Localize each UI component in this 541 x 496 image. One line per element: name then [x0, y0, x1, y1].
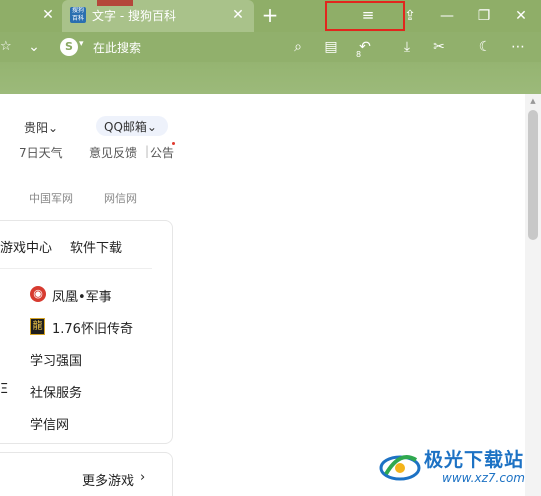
more-icon[interactable]: ⋯: [507, 37, 529, 57]
notice-link[interactable]: 公告: [150, 144, 174, 161]
sogou-baike-favicon-icon: 搜狗百科: [70, 7, 86, 23]
more-games-link[interactable]: 更多游戏: [82, 470, 134, 489]
watermark-url: www.xz7.com: [442, 471, 525, 485]
chevron-down-icon: ⌄: [48, 121, 59, 135]
weather-link[interactable]: 7日天气: [19, 144, 63, 161]
menu-icon[interactable]: ≡: [360, 7, 376, 23]
notice-dot: [172, 142, 175, 145]
bookmark-bar: [0, 62, 541, 94]
tab-decoration: [97, 0, 133, 6]
favorites-icon[interactable]: ☆: [0, 37, 12, 57]
aurora-logo-icon: [379, 455, 421, 481]
active-tab[interactable]: 搜狗百科 文字 - 搜狗百科 ✕: [62, 0, 254, 32]
list-item-xuexi[interactable]: 学习强国: [30, 350, 82, 369]
favorites-dropdown-icon[interactable]: ⌄: [23, 37, 45, 57]
undo-count-badge: 8: [356, 50, 362, 59]
notes-icon[interactable]: ▤: [320, 37, 342, 57]
watermark-title: 极光下载站: [424, 449, 525, 471]
link-cac[interactable]: 网信网: [104, 190, 137, 206]
night-mode-icon[interactable]: ☾: [474, 37, 496, 57]
dragon-icon: 龍: [30, 318, 45, 335]
search-engine-icon[interactable]: S: [60, 38, 78, 56]
restore-button[interactable]: ❐: [473, 5, 495, 27]
list-item-truncated[interactable]: Ξ: [0, 382, 8, 397]
pin-icon[interactable]: ⇪: [399, 5, 421, 27]
search-input[interactable]: 在此搜索: [93, 39, 141, 56]
scroll-up-icon[interactable]: ▲: [528, 96, 538, 106]
search-engine-caret-icon[interactable]: ▾: [79, 39, 84, 49]
tab-title: 文字 - 搜狗百科: [92, 9, 176, 23]
close-window-button[interactable]: ✕: [510, 5, 532, 27]
chevron-right-icon: ›: [140, 470, 146, 485]
minimize-button[interactable]: —: [436, 5, 458, 27]
software-download-link[interactable]: 软件下载: [70, 237, 122, 256]
new-tab-button[interactable]: +: [259, 3, 281, 27]
qq-mail-link[interactable]: QQ邮箱⌄: [104, 118, 157, 135]
tab-close-icon[interactable]: ✕: [230, 6, 246, 24]
chevron-down-icon: ⌄: [146, 120, 157, 134]
card-divider: [0, 268, 152, 269]
phoenix-icon: ◉: [30, 286, 46, 302]
feedback-link[interactable]: 意见反馈: [89, 144, 137, 161]
separator: |: [145, 144, 150, 158]
download-icon[interactable]: ⤓: [396, 37, 418, 57]
scrollbar-thumb[interactable]: [528, 110, 538, 240]
list-item-legend-game[interactable]: 1.76怀旧传奇: [52, 318, 133, 337]
screenshot-scissors-icon[interactable]: ✂: [428, 37, 450, 57]
list-item-phoenix-military[interactable]: 凤凰•军事: [52, 286, 112, 305]
location-selector[interactable]: 贵阳⌄: [24, 119, 58, 136]
link-china-military[interactable]: 中国军网: [29, 190, 73, 206]
previous-tab-close-icon[interactable]: ✕: [40, 6, 56, 24]
list-item-social-security[interactable]: 社保服务: [30, 382, 82, 401]
search-icon[interactable]: ⌕: [287, 37, 309, 57]
game-center-link[interactable]: 游戏中心: [0, 237, 52, 256]
watermark: 极光下载站 www.xz7.com: [378, 442, 538, 492]
list-item-chsi[interactable]: 学信网: [30, 414, 69, 433]
